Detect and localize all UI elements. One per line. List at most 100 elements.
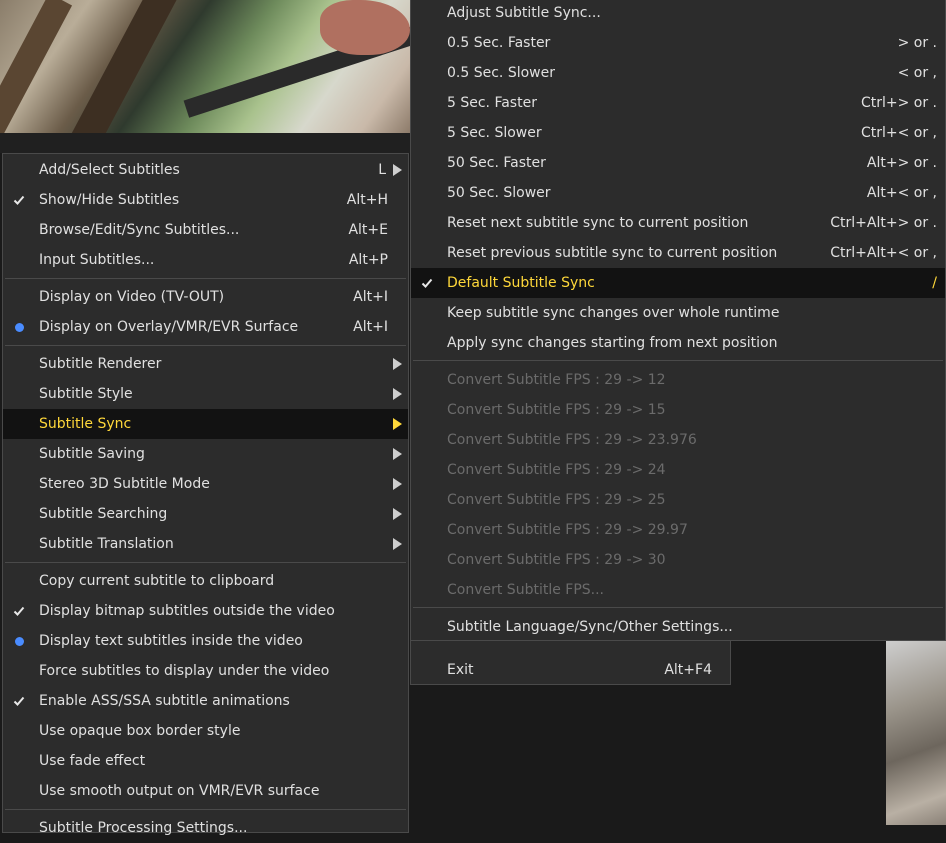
menu-item-apply-sync-changes[interactable]: Apply sync changes starting from next po… — [411, 328, 945, 358]
menu-item-subtitle-saving[interactable]: Subtitle Saving — [3, 439, 408, 469]
menu-item-05-faster[interactable]: 0.5 Sec. Faster > or . — [411, 28, 945, 58]
subtitle-sync-submenu: Adjust Subtitle Sync... 0.5 Sec. Faster … — [410, 0, 946, 641]
menu-item-label: Use opaque box border style — [39, 723, 241, 739]
menu-item-shortcut: Alt+P — [348, 252, 388, 268]
menu-item-label: Browse/Edit/Sync Subtitles... — [39, 222, 240, 238]
checkmark-icon — [421, 278, 433, 288]
checkmark-icon — [13, 696, 25, 706]
menu-item-bitmap-outside[interactable]: Display bitmap subtitles outside the vid… — [3, 596, 408, 626]
menu-item-reset-next-sync[interactable]: Reset next subtitle sync to current posi… — [411, 208, 945, 238]
menu-item-default-sync[interactable]: Default Subtitle Sync / — [411, 268, 945, 298]
menu-item-label: Reset next subtitle sync to current posi… — [447, 215, 749, 231]
menu-item-label: Copy current subtitle to clipboard — [39, 573, 275, 589]
menu-item-label: Subtitle Processing Settings... — [39, 820, 248, 836]
menu-item-label: Convert Subtitle FPS : 29 -> 15 — [447, 402, 666, 418]
menu-item-label: Keep subtitle sync changes over whole ru… — [447, 305, 780, 321]
menu-item-smooth-output[interactable]: Use smooth output on VMR/EVR surface — [3, 776, 408, 806]
menu-item-shortcut: Alt+I — [353, 289, 388, 305]
menu-item-reset-previous-sync[interactable]: Reset previous subtitle sync to current … — [411, 238, 945, 268]
menu-item-fps-25: Convert Subtitle FPS : 29 -> 25 — [411, 485, 945, 515]
menu-item-label: 0.5 Sec. Faster — [447, 35, 551, 51]
menu-item-5-faster[interactable]: 5 Sec. Faster Ctrl+> or . — [411, 88, 945, 118]
menu-item-exit[interactable]: Exit Alt+F4 — [411, 655, 730, 685]
menu-item-ass-animations[interactable]: Enable ASS/SSA subtitle animations — [3, 686, 408, 716]
submenu-arrow-icon — [393, 388, 402, 400]
menu-item-fps-15: Convert Subtitle FPS : 29 -> 15 — [411, 395, 945, 425]
menu-item-language-sync-settings[interactable]: Subtitle Language/Sync/Other Settings... — [411, 612, 945, 642]
menu-item-display-on-overlay[interactable]: Display on Overlay/VMR/EVR Surface Alt+I — [3, 312, 408, 342]
radio-selected-icon — [15, 322, 24, 332]
menu-item-shortcut: Alt+< or , — [866, 185, 937, 201]
menu-item-label: Show/Hide Subtitles — [39, 192, 180, 208]
menu-item-label: 0.5 Sec. Slower — [447, 65, 555, 81]
menu-item-browse-edit-sync[interactable]: Browse/Edit/Sync Subtitles... Alt+E — [3, 215, 408, 245]
menu-item-label: Input Subtitles... — [39, 252, 155, 268]
menu-item-label: Display on Overlay/VMR/EVR Surface — [39, 319, 299, 335]
menu-item-input-subtitles[interactable]: Input Subtitles... Alt+P — [3, 245, 408, 275]
menu-item-subtitle-renderer[interactable]: Subtitle Renderer — [3, 349, 408, 379]
menu-item-shortcut: Alt+E — [348, 222, 388, 238]
subtitle-context-menu: Add/Select Subtitles L Show/Hide Subtitl… — [2, 153, 409, 836]
menu-item-label: Display bitmap subtitles outside the vid… — [39, 603, 335, 619]
menu-item-label: Subtitle Sync — [39, 416, 132, 432]
menu-item-add-select-subtitles[interactable]: Add/Select Subtitles L — [3, 155, 408, 185]
menu-item-fps-24: Convert Subtitle FPS : 29 -> 24 — [411, 455, 945, 485]
menu-item-label: Use smooth output on VMR/EVR surface — [39, 783, 320, 799]
menu-item-label: Display on Video (TV-OUT) — [39, 289, 225, 305]
menu-item-fps-2997: Convert Subtitle FPS : 29 -> 29.97 — [411, 515, 945, 545]
menu-item-50-faster[interactable]: 50 Sec. Faster Alt+> or . — [411, 148, 945, 178]
menu-item-subtitle-searching[interactable]: Subtitle Searching — [3, 499, 408, 529]
menu-item-fps-23976: Convert Subtitle FPS : 29 -> 23.976 — [411, 425, 945, 455]
menu-item-50-slower[interactable]: 50 Sec. Slower Alt+< or , — [411, 178, 945, 208]
video-frame-top — [0, 0, 410, 133]
menu-item-stereo-3d-mode[interactable]: Stereo 3D Subtitle Mode — [3, 469, 408, 499]
submenu-arrow-icon — [393, 478, 402, 490]
menu-item-label: Subtitle Searching — [39, 506, 168, 522]
menu-item-display-on-video[interactable]: Display on Video (TV-OUT) Alt+I — [3, 282, 408, 312]
submenu-arrow-icon — [393, 358, 402, 370]
menu-item-shortcut: < or , — [897, 65, 937, 81]
menu-separator — [5, 809, 406, 810]
player-strip — [0, 133, 410, 153]
menu-item-5-slower[interactable]: 5 Sec. Slower Ctrl+< or , — [411, 118, 945, 148]
menu-item-shortcut: Alt+I — [353, 319, 388, 335]
menu-item-label: Enable ASS/SSA subtitle animations — [39, 693, 290, 709]
menu-item-05-slower[interactable]: 0.5 Sec. Slower < or , — [411, 58, 945, 88]
checkmark-icon — [13, 606, 25, 616]
menu-item-label: 50 Sec. Slower — [447, 185, 551, 201]
menu-separator — [5, 278, 406, 279]
menu-item-processing-settings[interactable]: Subtitle Processing Settings... — [3, 813, 408, 843]
menu-item-keep-sync-changes[interactable]: Keep subtitle sync changes over whole ru… — [411, 298, 945, 328]
menu-item-shortcut: Alt+F4 — [664, 662, 712, 678]
menu-item-label: Subtitle Style — [39, 386, 133, 402]
menu-item-label: Exit — [447, 662, 474, 678]
menu-item-label: Convert Subtitle FPS... — [447, 582, 605, 598]
menu-item-label: 5 Sec. Faster — [447, 95, 537, 111]
menu-item-label: Convert Subtitle FPS : 29 -> 25 — [447, 492, 666, 508]
menu-item-subtitle-sync[interactable]: Subtitle Sync — [3, 409, 408, 439]
menu-item-subtitle-translation[interactable]: Subtitle Translation — [3, 529, 408, 559]
menu-item-label: Subtitle Language/Sync/Other Settings... — [447, 619, 733, 635]
menu-item-shortcut: Ctrl+< or , — [860, 125, 937, 141]
menu-item-fade-effect[interactable]: Use fade effect — [3, 746, 408, 776]
menu-separator — [413, 360, 943, 361]
menu-item-label: Subtitle Translation — [39, 536, 174, 552]
submenu-arrow-icon — [393, 164, 402, 176]
menu-item-label: 50 Sec. Faster — [447, 155, 546, 171]
menu-separator — [5, 345, 406, 346]
menu-item-text-inside[interactable]: Display text subtitles inside the video — [3, 626, 408, 656]
video-frame-right — [886, 640, 946, 825]
menu-item-force-under[interactable]: Force subtitles to display under the vid… — [3, 656, 408, 686]
menu-item-copy-subtitle[interactable]: Copy current subtitle to clipboard — [3, 566, 408, 596]
menu-item-label: Adjust Subtitle Sync... — [447, 5, 601, 21]
menu-item-subtitle-style[interactable]: Subtitle Style — [3, 379, 408, 409]
menu-item-label: Force subtitles to display under the vid… — [39, 663, 330, 679]
menu-item-label: Convert Subtitle FPS : 29 -> 24 — [447, 462, 666, 478]
menu-item-opaque-box[interactable]: Use opaque box border style — [3, 716, 408, 746]
menu-item-adjust-sync[interactable]: Adjust Subtitle Sync... — [411, 0, 945, 28]
menu-item-label: Display text subtitles inside the video — [39, 633, 303, 649]
menu-item-shortcut: Ctrl+Alt+> or . — [830, 215, 937, 231]
submenu-arrow-icon — [393, 538, 402, 550]
main-menu-exit-area: Exit Alt+F4 — [410, 640, 731, 685]
menu-item-show-hide-subtitles[interactable]: Show/Hide Subtitles Alt+H — [3, 185, 408, 215]
